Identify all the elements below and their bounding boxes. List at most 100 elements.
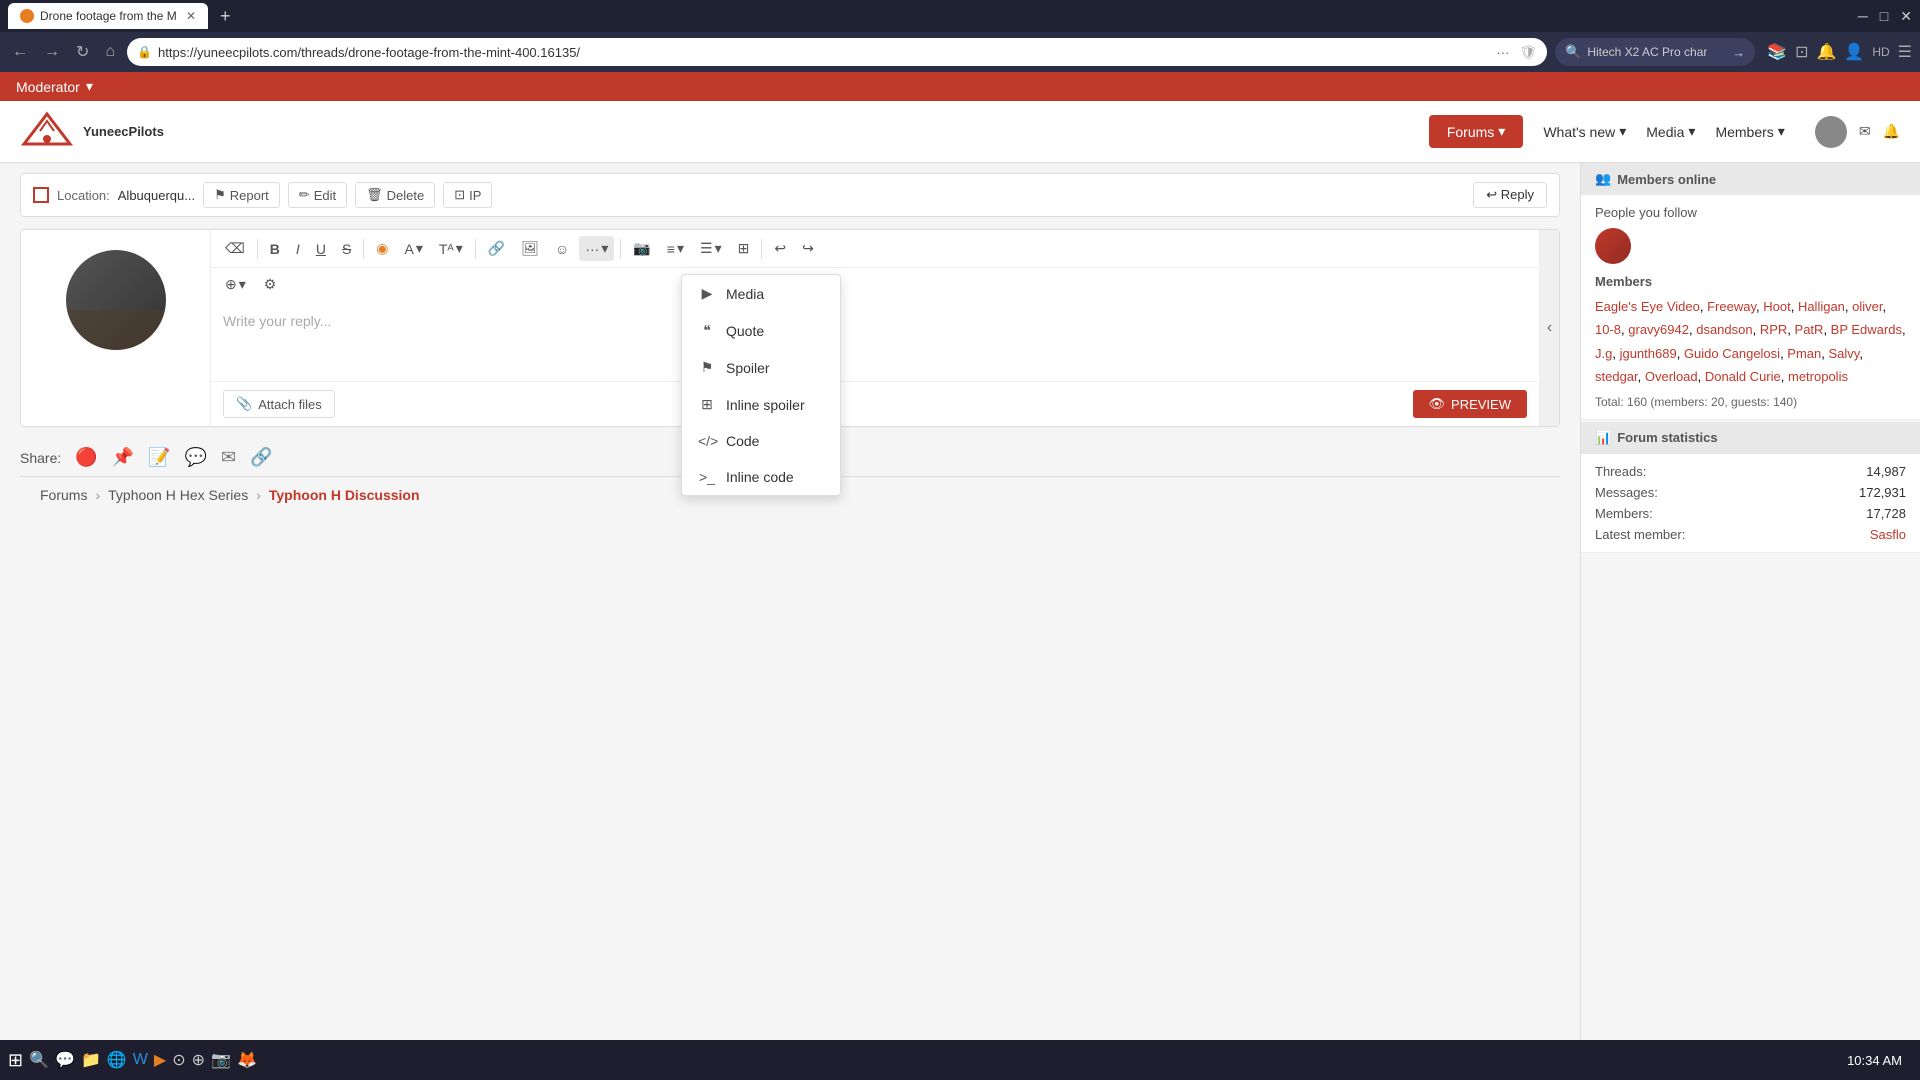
task-vlc-icon[interactable]: ▶ (154, 1050, 166, 1070)
reader-view-icon[interactable]: ⊡ (1795, 42, 1808, 62)
menu-icon[interactable]: ☰ (1898, 42, 1912, 62)
mail-icon[interactable]: ✉ (1859, 123, 1871, 140)
image-button[interactable]: 🖼 (515, 236, 545, 261)
table-button[interactable]: ⊞ (732, 236, 756, 261)
email-share-icon[interactable]: ✉ (221, 447, 236, 468)
member-oliver[interactable]: oliver (1852, 299, 1882, 314)
new-tab-button[interactable]: + (220, 6, 231, 27)
moderator-dropdown-icon[interactable]: ▾ (86, 78, 93, 95)
member-hoot[interactable]: Hoot (1763, 299, 1790, 314)
strikethrough-button[interactable]: S (336, 237, 357, 261)
member-gravy[interactable]: gravy6942 (1628, 322, 1689, 337)
reddit-share-icon[interactable]: 🔴 (75, 447, 97, 468)
task-search-icon[interactable]: 🔍 (29, 1050, 49, 1070)
post-checkbox[interactable] (33, 187, 49, 203)
task-word-icon[interactable]: W (133, 1051, 148, 1069)
member-jg[interactable]: J.g (1595, 346, 1612, 361)
dropdown-code[interactable]: </> Code (682, 423, 840, 459)
member-rpr[interactable]: RPR (1760, 322, 1787, 337)
member-freeway[interactable]: Freeway (1707, 299, 1756, 314)
task-app2-icon[interactable]: ⊕ (192, 1050, 205, 1070)
dropdown-media[interactable]: ▶ Media (682, 275, 840, 312)
bold-button[interactable]: B (264, 237, 286, 261)
member-guido[interactable]: Guido Cangelosi (1684, 346, 1780, 361)
profile-icon[interactable]: 👤 (1844, 42, 1864, 62)
dropdown-inline-spoiler[interactable]: ⊞ Inline spoiler (682, 386, 840, 423)
whats-new-link[interactable]: What's new ▾ (1543, 123, 1626, 140)
notifications-icon[interactable]: 🔔 (1816, 42, 1836, 62)
user-avatar[interactable] (1815, 116, 1847, 148)
italic-button[interactable]: I (290, 237, 306, 261)
delete-button[interactable]: 🗑 Delete (355, 182, 435, 208)
member-stedgar[interactable]: stedgar (1595, 369, 1638, 384)
member-patr[interactable]: PatR (1795, 322, 1824, 337)
redo-button[interactable]: ↪ (796, 236, 820, 261)
link-share-icon[interactable]: 🔗 (250, 447, 272, 468)
member-metropolis[interactable]: metropolis (1788, 369, 1848, 384)
latest-member-value[interactable]: Sasflo (1859, 527, 1906, 542)
task-app4-icon[interactable]: 🦊 (237, 1050, 257, 1070)
address-bar[interactable]: 🔒 https://yuneecpilots.com/threads/drone… (127, 38, 1547, 66)
breadcrumb-typhoon-series[interactable]: Typhoon H Hex Series (108, 487, 248, 503)
dropdown-inline-code[interactable]: >_ Inline code (682, 459, 840, 495)
member-overload[interactable]: Overload (1645, 369, 1698, 384)
start-button[interactable]: ⊞ (8, 1050, 23, 1071)
back-button[interactable]: ← (8, 39, 32, 65)
minimize-button[interactable]: ─ (1858, 8, 1868, 25)
insert-button[interactable]: ⊕▾ (219, 272, 252, 297)
task-chrome-icon[interactable]: 🌐 (107, 1050, 127, 1070)
ip-button[interactable]: ⊡ IP (443, 182, 492, 208)
member-jgunth[interactable]: jgunth689 (1620, 346, 1677, 361)
task-app3-icon[interactable]: 📷 (211, 1050, 231, 1070)
camera-button[interactable]: 📷 (627, 236, 656, 261)
edit-button[interactable]: ✏ Edit (288, 182, 347, 208)
dropdown-quote[interactable]: ❝ Quote (682, 312, 840, 349)
highlight-button[interactable]: ◉ (370, 236, 394, 261)
breadcrumb-forums[interactable]: Forums (40, 487, 87, 503)
tab-close-button[interactable]: ✕ (186, 9, 196, 23)
eraser-button[interactable]: ⌫ (219, 236, 251, 261)
member-eagle[interactable]: Eagle's Eye Video (1595, 299, 1700, 314)
member-108[interactable]: 10-8 (1595, 322, 1621, 337)
report-button[interactable]: ⚑ Report (203, 182, 280, 208)
more-button[interactable]: ···▾ (579, 236, 614, 261)
member-halligan[interactable]: Halligan (1798, 299, 1845, 314)
undo-button[interactable]: ↩ (768, 236, 792, 261)
search-bar[interactable]: 🔍 Hitech X2 AC Pro char → (1555, 38, 1755, 66)
editor-body[interactable]: Write your reply... (211, 301, 1539, 381)
attach-files-button[interactable]: 📎 Attach files (223, 390, 335, 418)
media-link[interactable]: Media ▾ (1646, 123, 1695, 140)
list-button[interactable]: ☰▾ (694, 236, 728, 261)
pinterest-share-icon[interactable]: 📌 (112, 447, 134, 468)
member-donald[interactable]: Donald Curie (1705, 369, 1781, 384)
reading-list-icon[interactable]: 📚 (1767, 42, 1787, 62)
settings-button[interactable]: ⚙ (258, 272, 283, 297)
members-link[interactable]: Members ▾ (1715, 123, 1784, 140)
tumblr-share-icon[interactable]: 📝 (148, 447, 170, 468)
bell-icon[interactable]: 🔔 (1883, 123, 1900, 140)
member-dsandson[interactable]: dsandson (1696, 322, 1752, 337)
whatsapp-share-icon[interactable]: 💬 (185, 447, 207, 468)
task-explorer-icon[interactable]: 📁 (81, 1050, 101, 1070)
address-options-icon[interactable]: ··· (1496, 45, 1509, 60)
preview-button[interactable]: 👁 PREVIEW (1413, 390, 1527, 418)
underline-button[interactable]: U (310, 237, 332, 261)
align-button[interactable]: ≡▾ (661, 236, 690, 261)
dropdown-spoiler[interactable]: ⚑ Spoiler (682, 349, 840, 386)
maximize-button[interactable]: □ (1880, 8, 1888, 25)
font-size-button[interactable]: Tᴬ▾ (433, 236, 469, 261)
home-button[interactable]: ⌂ (101, 39, 119, 65)
forward-button[interactable]: → (40, 39, 64, 65)
browser-tab[interactable]: Drone footage from the Mint 4 ✕ (8, 3, 208, 29)
editor-collapse-button[interactable]: ‹ (1539, 230, 1559, 426)
emoji-button[interactable]: ☺ (549, 237, 575, 261)
link-button[interactable]: 🔗 (482, 236, 511, 261)
refresh-button[interactable]: ↻ (72, 38, 93, 66)
forums-button[interactable]: Forums ▾ (1429, 115, 1523, 148)
font-color-button[interactable]: A▾ (399, 236, 429, 261)
member-bp[interactable]: BP Edwards (1831, 322, 1902, 337)
task-app-icon[interactable]: ⊙ (172, 1050, 185, 1070)
moderator-label[interactable]: Moderator (16, 79, 80, 95)
task-cortana-icon[interactable]: 💬 (55, 1050, 75, 1070)
member-pman[interactable]: Pman (1787, 346, 1821, 361)
